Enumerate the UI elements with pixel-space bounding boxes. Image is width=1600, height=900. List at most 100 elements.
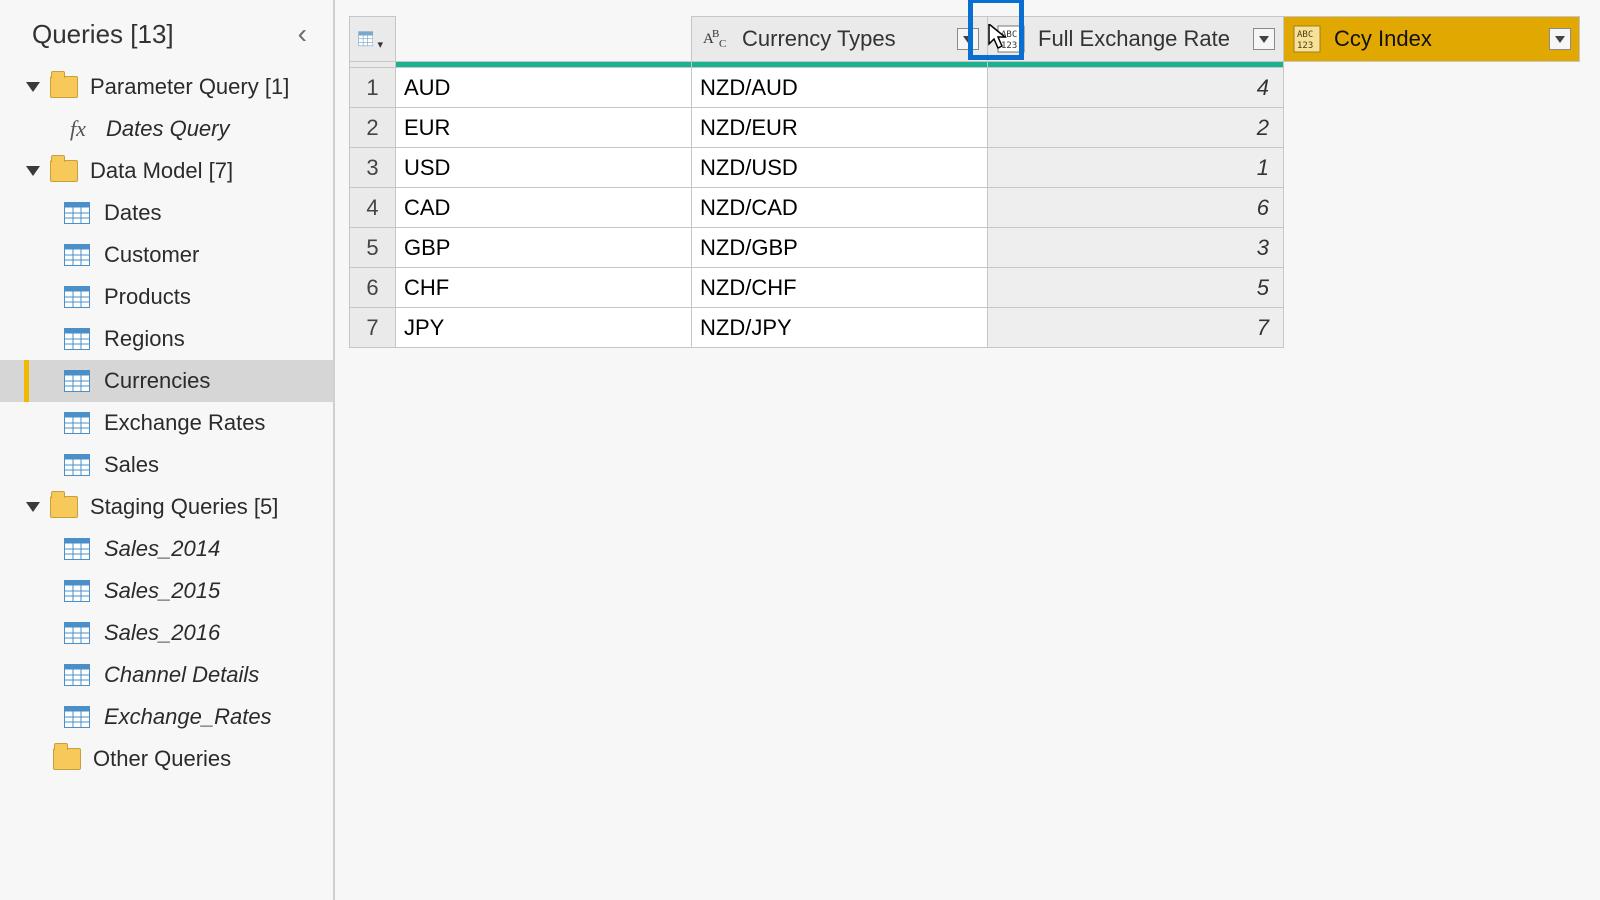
row-number: 7: [350, 308, 396, 348]
cell-full-exchange-rate[interactable]: NZD/CAD: [692, 188, 988, 228]
query-item-label: Exchange_Rates: [104, 704, 272, 730]
svg-text:123: 123: [1297, 41, 1313, 51]
row-number: 5: [350, 228, 396, 268]
sidebar-title: Queries [13]: [32, 19, 174, 50]
cell-full-exchange-rate[interactable]: NZD/EUR: [692, 108, 988, 148]
data-preview: ▾ A B C Currency Types ABC 123 Full Exch…: [335, 0, 1600, 900]
chevron-down-icon: [1259, 36, 1269, 43]
column-filter-button[interactable]: [1253, 28, 1275, 50]
row-number: 1: [350, 68, 396, 108]
column-header[interactable]: ABC 123 Ccy Index: [1284, 17, 1580, 62]
folder-icon: [50, 496, 78, 518]
query-item[interactable]: Sales_2015: [0, 570, 333, 612]
table-icon: [64, 412, 90, 434]
query-item[interactable]: Customer: [0, 234, 333, 276]
query-item[interactable]: Sales_2014: [0, 528, 333, 570]
cell-ccy-index[interactable]: 4: [988, 68, 1284, 108]
query-item-label: Dates: [104, 200, 161, 226]
query-item[interactable]: Currencies: [0, 360, 333, 402]
cell-full-exchange-rate[interactable]: NZD/AUD: [692, 68, 988, 108]
query-group[interactable]: Data Model [7]: [0, 150, 333, 192]
row-number: 2: [350, 108, 396, 148]
cell-currency-type[interactable]: JPY: [396, 308, 692, 348]
query-item[interactable]: Exchange_Rates: [0, 696, 333, 738]
type-any-icon[interactable]: ABC 123: [1292, 24, 1322, 54]
chevron-down-icon: [963, 36, 973, 43]
query-item[interactable]: fxDates Query: [0, 108, 333, 150]
table-row[interactable]: 4 CAD NZD/CAD 6: [350, 188, 1580, 228]
expand-caret-icon: [26, 166, 40, 176]
table-row[interactable]: 2 EUR NZD/EUR 2: [350, 108, 1580, 148]
table-icon: [64, 328, 90, 350]
svg-text:ABC: ABC: [1001, 30, 1017, 40]
cell-full-exchange-rate[interactable]: NZD/USD: [692, 148, 988, 188]
cell-ccy-index[interactable]: 7: [988, 308, 1284, 348]
column-label: Currency Types: [738, 26, 949, 52]
cell-ccy-index[interactable]: 6: [988, 188, 1284, 228]
group-label: Other Queries: [93, 746, 231, 772]
table-icon: [64, 244, 90, 266]
table-row[interactable]: 5 GBP NZD/GBP 3: [350, 228, 1580, 268]
table-icon: [64, 286, 90, 308]
cell-full-exchange-rate[interactable]: NZD/CHF: [692, 268, 988, 308]
queries-tree: Parameter Query [1] fxDates Query Data Mo…: [0, 66, 333, 780]
query-item-label: Sales: [104, 452, 159, 478]
grid-header-row: ▾ A B C Currency Types ABC 123 Full Exch…: [350, 17, 1580, 62]
query-item-label: Regions: [104, 326, 185, 352]
query-item-label: Sales_2014: [104, 536, 220, 562]
table-icon: [64, 454, 90, 476]
query-item[interactable]: Sales: [0, 444, 333, 486]
query-group-other[interactable]: Other Queries: [0, 738, 333, 780]
cell-full-exchange-rate[interactable]: NZD/GBP: [692, 228, 988, 268]
table-row[interactable]: 6 CHF NZD/CHF 5: [350, 268, 1580, 308]
type-text-icon[interactable]: A B C: [700, 24, 730, 54]
cell-ccy-index[interactable]: 2: [988, 108, 1284, 148]
query-item[interactable]: Dates: [0, 192, 333, 234]
cell-currency-type[interactable]: USD: [396, 148, 692, 188]
query-item-label: Currencies: [104, 368, 210, 394]
query-item-label: Exchange Rates: [104, 410, 265, 436]
query-item-label: Products: [104, 284, 191, 310]
query-item[interactable]: Products: [0, 276, 333, 318]
cell-ccy-index[interactable]: 3: [988, 228, 1284, 268]
sidebar-header: Queries [13] ‹: [0, 10, 333, 66]
query-item[interactable]: Sales_2016: [0, 612, 333, 654]
query-item[interactable]: Exchange Rates: [0, 402, 333, 444]
type-any-icon[interactable]: ABC 123: [996, 24, 1026, 54]
query-item-label: Sales_2015: [104, 578, 220, 604]
table-icon: [64, 538, 90, 560]
query-item[interactable]: Regions: [0, 318, 333, 360]
svg-text:123: 123: [1001, 41, 1017, 51]
svg-text:ABC: ABC: [1297, 30, 1313, 40]
folder-icon: [53, 748, 81, 770]
query-item[interactable]: Channel Details: [0, 654, 333, 696]
cell-currency-type[interactable]: EUR: [396, 108, 692, 148]
row-number: 6: [350, 268, 396, 308]
query-group[interactable]: Parameter Query [1]: [0, 66, 333, 108]
table-row[interactable]: 3 USD NZD/USD 1: [350, 148, 1580, 188]
folder-icon: [50, 160, 78, 182]
query-item-label: Sales_2016: [104, 620, 220, 646]
column-header[interactable]: ABC 123 Full Exchange Rate: [988, 17, 1284, 62]
query-group[interactable]: Staging Queries [5]: [0, 486, 333, 528]
cell-ccy-index[interactable]: 1: [988, 148, 1284, 188]
cell-currency-type[interactable]: AUD: [396, 68, 692, 108]
column-filter-button[interactable]: [957, 28, 979, 50]
cell-full-exchange-rate[interactable]: NZD/JPY: [692, 308, 988, 348]
query-item-label: Channel Details: [104, 662, 259, 688]
cell-currency-type[interactable]: CAD: [396, 188, 692, 228]
cell-currency-type[interactable]: CHF: [396, 268, 692, 308]
group-label: Parameter Query [1]: [90, 74, 289, 100]
table-icon: [64, 202, 90, 224]
sidebar-collapse-button[interactable]: ‹: [292, 18, 313, 50]
column-header[interactable]: A B C Currency Types: [692, 17, 988, 62]
cell-ccy-index[interactable]: 5: [988, 268, 1284, 308]
expand-caret-icon: [26, 82, 40, 92]
column-filter-button[interactable]: [1549, 28, 1571, 50]
table-row[interactable]: 7 JPY NZD/JPY 7: [350, 308, 1580, 348]
expand-caret-icon: [26, 502, 40, 512]
cell-currency-type[interactable]: GBP: [396, 228, 692, 268]
table-corner-button[interactable]: ▾: [350, 17, 396, 62]
table-icon: [64, 580, 90, 602]
table-row[interactable]: 1 AUD NZD/AUD 4: [350, 68, 1580, 108]
